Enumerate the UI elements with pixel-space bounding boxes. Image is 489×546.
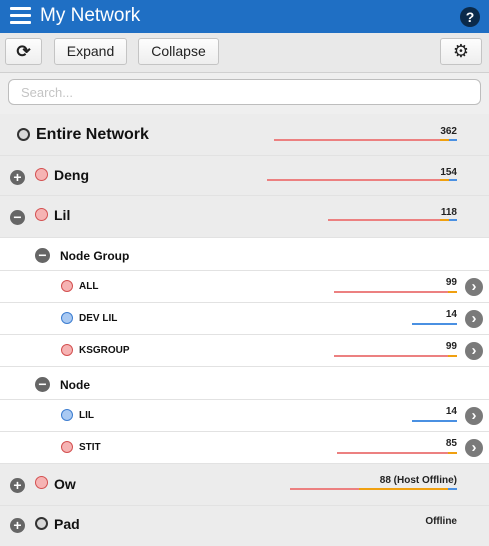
tree-row-label: KSGROUP [79, 345, 130, 356]
tree-row-stit[interactable]: STIT 85 › [0, 432, 489, 464]
status-bar-orange [448, 291, 457, 293]
toolbar: ⟳ Expand Collapse ⚙ [0, 33, 489, 73]
tree-row-lil-node[interactable]: LIL 14 › [0, 400, 489, 432]
status-dot [61, 409, 73, 421]
tree-row-ow[interactable]: + Ow 88 (Host Offline) [0, 464, 489, 506]
app-header: My Network ? [0, 0, 489, 33]
status-bar-red [328, 219, 440, 221]
tree-row-node[interactable]: − Node [0, 367, 489, 400]
count-label: 99 [445, 341, 457, 352]
status-dot [35, 168, 48, 181]
chevron-right-icon[interactable]: › [465, 278, 483, 296]
tree-row-node-group[interactable]: − Node Group [0, 238, 489, 271]
search-bar [0, 73, 489, 114]
status-bar-blue [449, 219, 457, 221]
tree-row-entire-network[interactable]: Entire Network 362 [0, 114, 489, 156]
status-bar-blue [448, 488, 457, 490]
status-bar-orange [440, 179, 449, 181]
tree-row-label: STIT [79, 442, 101, 453]
refresh-button[interactable]: ⟳ [5, 38, 42, 65]
count-label: 88 (Host Offline) [379, 475, 457, 486]
chevron-right-icon[interactable]: › [465, 342, 483, 360]
status-bar-blue [449, 179, 457, 181]
settings-button[interactable]: ⚙ [440, 38, 482, 65]
status-bar-red [274, 139, 440, 141]
status-dot [35, 476, 48, 489]
count-label: 362 [440, 126, 457, 137]
count-label: 99 [445, 277, 457, 288]
status-dot [17, 128, 30, 141]
status-bar-red [267, 179, 440, 181]
status-dot [35, 517, 48, 530]
expand-button[interactable]: Expand [54, 38, 127, 65]
status-bar-blue [412, 420, 457, 422]
status-dot [61, 441, 73, 453]
status-dot [61, 280, 73, 292]
count-label: 85 [445, 438, 457, 449]
status-dot [61, 344, 73, 356]
tree-row-label: Node [60, 378, 90, 392]
status-bar-orange [359, 488, 448, 490]
help-icon[interactable]: ? [460, 7, 480, 27]
tree-row-dev-lil[interactable]: DEV LIL 14 › [0, 303, 489, 335]
status-bar-red [290, 488, 359, 490]
status-text: Offline [425, 516, 457, 527]
tree-row-label: ALL [79, 281, 99, 292]
refresh-icon: ⟳ [16, 42, 31, 61]
tree-row-label: DEV LIL [79, 313, 118, 324]
status-dot [61, 312, 73, 324]
chevron-right-icon[interactable]: › [465, 407, 483, 425]
collapse-button[interactable]: Collapse [138, 38, 219, 65]
status-bar-blue [449, 139, 457, 141]
tree-row-label: Entire Network [36, 126, 149, 143]
tree-row-label: Ow [54, 476, 76, 492]
collapse-icon[interactable]: − [35, 248, 50, 263]
tree-row-label: Deng [54, 167, 89, 183]
collapse-icon[interactable]: − [10, 210, 25, 225]
tree-row-label: Pad [54, 516, 80, 532]
tree-row-all[interactable]: ALL 99 › [0, 271, 489, 303]
menu-icon[interactable] [10, 7, 31, 25]
page-title: My Network [40, 5, 141, 26]
expand-icon[interactable]: + [10, 518, 25, 533]
status-bar-orange [440, 139, 449, 141]
chevron-right-icon[interactable]: › [465, 310, 483, 328]
count-label: 118 [440, 207, 457, 218]
chevron-right-icon[interactable]: › [465, 439, 483, 457]
count-label: 14 [445, 406, 457, 417]
status-bar-red [334, 355, 448, 357]
status-bar-orange [448, 452, 457, 454]
search-input[interactable] [8, 79, 481, 105]
count-label: 154 [440, 167, 457, 178]
tree-row-deng[interactable]: + Deng 154 [0, 156, 489, 196]
gear-icon: ⚙ [452, 41, 470, 61]
expand-icon[interactable]: + [10, 170, 25, 185]
status-bar-blue [412, 323, 457, 325]
status-bar-red [334, 291, 448, 293]
status-bar-orange [448, 355, 457, 357]
status-bar-orange [440, 219, 449, 221]
status-bar-red [337, 452, 448, 454]
tree-row-label: Lil [54, 207, 71, 223]
status-dot [35, 208, 48, 221]
expand-icon[interactable]: + [10, 478, 25, 493]
tree-row-label: LIL [79, 410, 94, 421]
tree-row-ksgroup[interactable]: KSGROUP 99 › [0, 335, 489, 367]
tree-row-label: Node Group [60, 249, 130, 263]
count-label: 14 [445, 309, 457, 320]
tree-row-lil[interactable]: − Lil 118 [0, 196, 489, 238]
tree-row-pad[interactable]: + Pad Offline [0, 506, 489, 546]
collapse-icon[interactable]: − [35, 377, 50, 392]
